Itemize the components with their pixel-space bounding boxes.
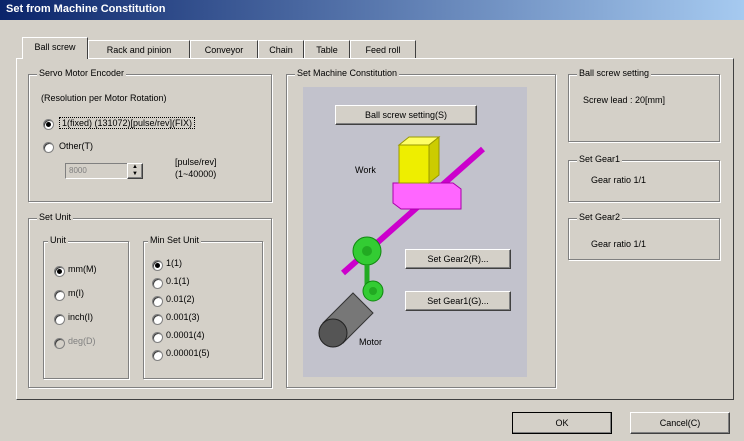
encoder-other-input[interactable]: 8000 bbox=[65, 163, 128, 179]
gear1-title: Set Gear1 bbox=[577, 154, 623, 164]
min-unit-radio-6[interactable] bbox=[152, 350, 163, 361]
gear1-ratio: Gear ratio 1/1 bbox=[591, 175, 647, 185]
machine-group-title: Set Machine Constitution bbox=[295, 68, 400, 78]
unit-m-radio[interactable] bbox=[54, 290, 65, 301]
work-block-side bbox=[428, 135, 440, 185]
work-block-front bbox=[398, 144, 430, 184]
min-unit-radio-3[interactable] bbox=[152, 296, 163, 307]
machine-group: Set Machine Constitution Ball screw sett… bbox=[286, 68, 556, 388]
window-title: Set from Machine Constitution bbox=[6, 3, 166, 15]
encoder-group-title: Servo Motor Encoder bbox=[37, 68, 127, 78]
set-gear2-button[interactable]: Set Gear2(R)... bbox=[405, 249, 511, 269]
machine-diagram bbox=[318, 135, 485, 348]
encoder-caption: (Resolution per Motor Rotation) bbox=[41, 93, 167, 103]
screw-lead-value: Screw lead : 20[mm] bbox=[583, 95, 666, 105]
unit-deg-radio[interactable] bbox=[54, 338, 65, 349]
title-bar[interactable]: Set from Machine Constitution bbox=[0, 0, 744, 20]
gear-1-hub bbox=[369, 287, 377, 295]
tab-ball-screw[interactable]: Ball screw bbox=[22, 37, 88, 59]
motor-end bbox=[318, 318, 348, 348]
min-set-unit-title: Min Set Unit bbox=[148, 235, 202, 245]
unit-mm-radio[interactable] bbox=[54, 266, 65, 277]
gear2-title: Set Gear2 bbox=[577, 212, 623, 222]
min-set-unit-subgroup: Min Set Unit 1(1) 0.1(1) 0.01(2) 0.001(3… bbox=[143, 235, 263, 379]
ok-button[interactable]: OK bbox=[512, 412, 612, 434]
encoder-fixed-label[interactable]: 1(fixed) (131072)[pulse/rev](FIX) bbox=[59, 117, 196, 129]
spin-up-icon: ▲ bbox=[132, 164, 138, 170]
screw-nut bbox=[392, 182, 462, 210]
unit-m-label[interactable]: m(I) bbox=[68, 288, 84, 298]
tab-rack-and-pinion[interactable]: Rack and pinion bbox=[88, 40, 190, 59]
min-unit-label-3[interactable]: 0.01(2) bbox=[166, 294, 195, 304]
encoder-spin-button[interactable]: ▲ ▼ bbox=[127, 163, 143, 179]
encoder-other-unit: [pulse/rev] bbox=[175, 157, 217, 167]
work-label: Work bbox=[355, 165, 376, 175]
gear-2-hub bbox=[362, 246, 372, 256]
tab-table[interactable]: Table bbox=[304, 40, 350, 59]
encoder-group: Servo Motor Encoder (Resolution per Moto… bbox=[28, 68, 272, 202]
gear2-group: Set Gear2 Gear ratio 1/1 bbox=[568, 212, 720, 260]
min-unit-label-6[interactable]: 0.00001(5) bbox=[166, 348, 210, 358]
set-unit-group: Set Unit Unit mm(M) m(I) inch(I) deg(D) … bbox=[28, 212, 272, 388]
encoder-other-label[interactable]: Other(T) bbox=[59, 141, 93, 151]
spin-down-icon: ▼ bbox=[132, 171, 138, 177]
ball-screw-setting-button[interactable]: Ball screw setting(S) bbox=[335, 105, 477, 125]
min-unit-label-2[interactable]: 0.1(1) bbox=[166, 276, 190, 286]
motor-label: Motor bbox=[359, 337, 383, 347]
unit-mm-label[interactable]: mm(M) bbox=[68, 264, 97, 274]
set-unit-group-title: Set Unit bbox=[37, 212, 74, 222]
min-unit-radio-1[interactable] bbox=[152, 260, 163, 271]
min-unit-radio-2[interactable] bbox=[152, 278, 163, 289]
min-unit-label-1[interactable]: 1(1) bbox=[166, 258, 182, 268]
ball-screw-setting-group: Ball screw setting Screw lead : 20[mm] bbox=[568, 68, 720, 142]
min-unit-label-4[interactable]: 0.001(3) bbox=[166, 312, 200, 322]
gear1-group: Set Gear1 Gear ratio 1/1 bbox=[568, 154, 720, 202]
encoder-other-radio[interactable] bbox=[43, 142, 54, 153]
tab-chain[interactable]: Chain bbox=[258, 40, 304, 59]
unit-inch-label[interactable]: inch(I) bbox=[68, 312, 93, 322]
cancel-button[interactable]: Cancel(C) bbox=[630, 412, 730, 434]
unit-inch-radio[interactable] bbox=[54, 314, 65, 325]
unit-deg-label[interactable]: deg(D) bbox=[68, 336, 96, 346]
tab-feed-roll[interactable]: Feed roll bbox=[350, 40, 416, 59]
min-unit-radio-4[interactable] bbox=[152, 314, 163, 325]
ball-screw-setting-title: Ball screw setting bbox=[577, 68, 652, 78]
min-unit-radio-5[interactable] bbox=[152, 332, 163, 343]
unit-subgroup-title: Unit bbox=[48, 235, 69, 245]
encoder-fixed-radio[interactable] bbox=[43, 119, 54, 130]
encoder-other-range: (1~40000) bbox=[175, 169, 217, 179]
tab-conveyor[interactable]: Conveyor bbox=[190, 40, 258, 59]
set-gear1-button[interactable]: Set Gear1(G)... bbox=[405, 291, 511, 311]
unit-subgroup: Unit mm(M) m(I) inch(I) deg(D) bbox=[43, 235, 129, 379]
min-unit-label-5[interactable]: 0.0001(4) bbox=[166, 330, 205, 340]
gear2-ratio: Gear ratio 1/1 bbox=[591, 239, 647, 249]
